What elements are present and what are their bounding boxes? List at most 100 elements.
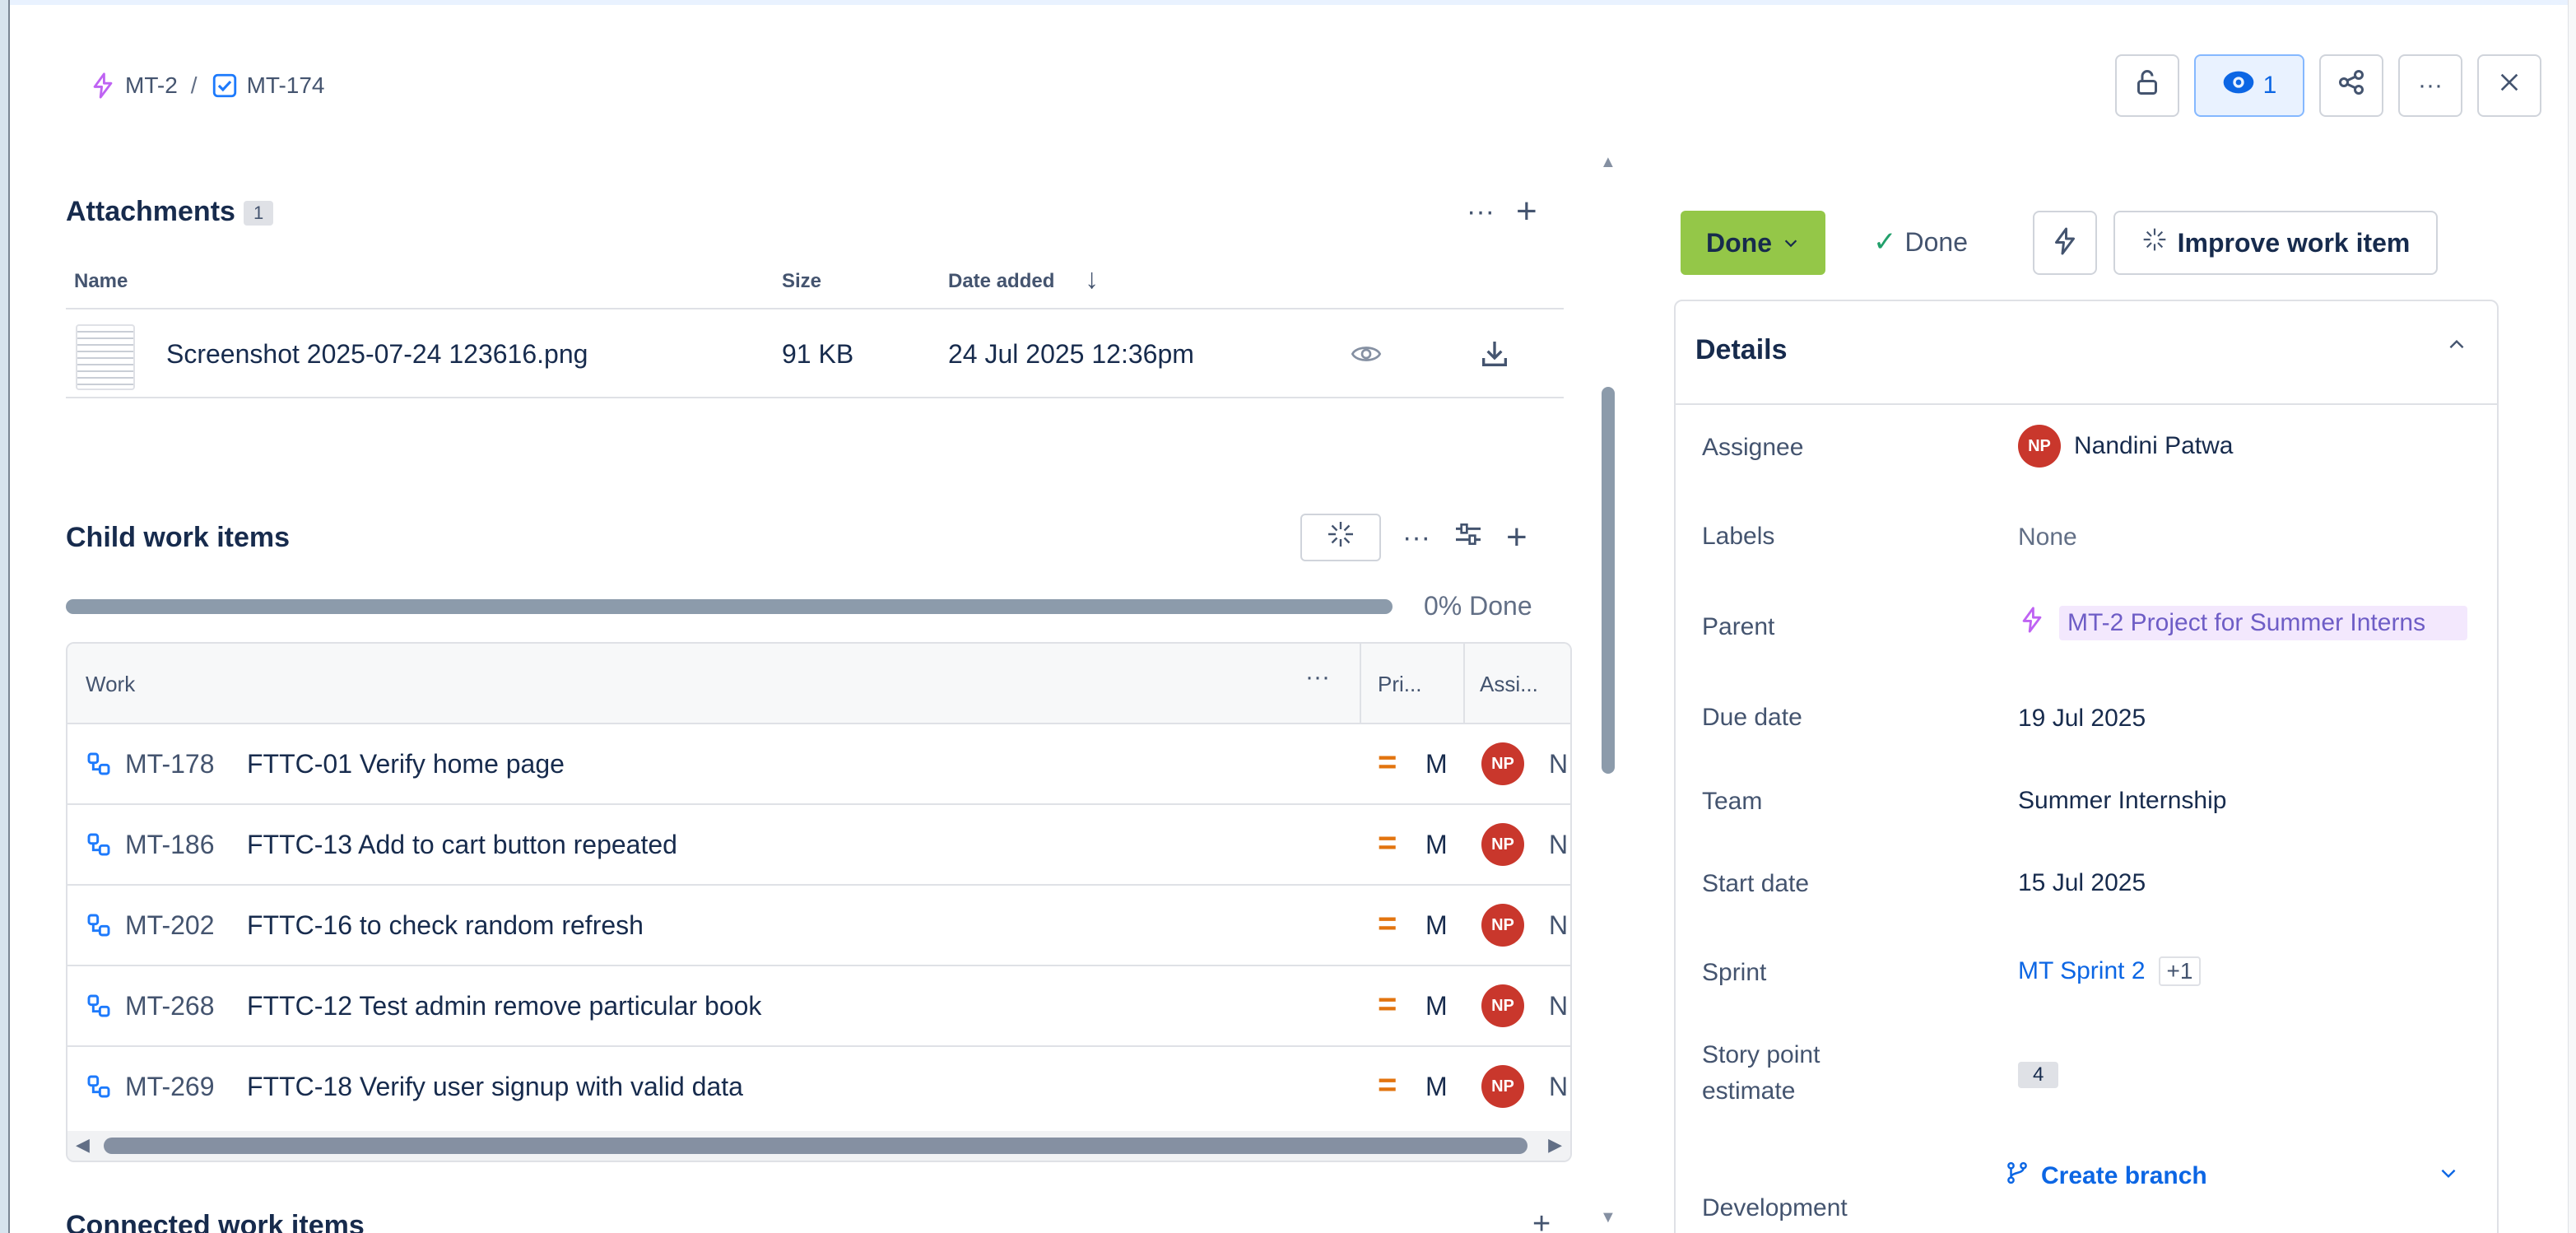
avatar[interactable]: NP xyxy=(1481,823,1524,866)
table-row[interactable]: MT-268 FTTC-12 Test admin remove particu… xyxy=(67,966,1570,1047)
sprint-field[interactable]: MT Sprint 2 +1 xyxy=(2018,956,2202,986)
scroll-right-icon[interactable]: ▶ xyxy=(1548,1134,1562,1156)
child-items-more-icon[interactable]: ··· xyxy=(1402,522,1430,554)
story-point-value: 4 xyxy=(2018,1062,2059,1088)
download-icon[interactable] xyxy=(1478,337,1511,377)
attachments-add-plus-icon[interactable]: + xyxy=(1516,191,1537,232)
status-dropdown-button[interactable]: Done xyxy=(1681,211,1825,275)
avatar[interactable]: NP xyxy=(1481,742,1524,785)
scroll-up-icon[interactable]: ▲ xyxy=(1600,153,1616,172)
improve-work-item-button[interactable]: Improve work item xyxy=(2113,211,2438,275)
avatar[interactable]: NP xyxy=(1481,984,1524,1027)
start-date-field[interactable]: 15 Jul 2025 xyxy=(2018,869,2146,897)
row-priority: M xyxy=(1425,1072,1448,1101)
column-separator xyxy=(1360,644,1361,724)
child-items-table: Work ··· Pri... Assi... MT-178 FTTC-01 V… xyxy=(66,642,1572,1162)
row-summary[interactable]: FTTC-16 to check random refresh xyxy=(247,910,644,941)
table-row[interactable]: MT-178 FTTC-01 Verify home page = M NP N xyxy=(67,724,1570,805)
more-actions-button[interactable]: ··· xyxy=(2398,54,2462,117)
attachments-more-icon[interactable]: ··· xyxy=(1467,196,1495,228)
attachment-file-name[interactable]: Screenshot 2025-07-24 123616.png xyxy=(166,339,588,370)
eye-icon xyxy=(2222,70,2255,101)
parent-field[interactable]: MT-2 Project for Summer Interns xyxy=(2018,606,2467,640)
row-key[interactable]: MT-202 xyxy=(125,910,214,941)
sprint-link[interactable]: MT Sprint 2 xyxy=(2018,957,2146,985)
assignee-name: Nandini Patwa xyxy=(2074,432,2234,459)
lock-icon xyxy=(2132,67,2162,104)
breadcrumb-parent-link[interactable]: MT-2 xyxy=(125,72,178,99)
child-items-actions: ··· + xyxy=(1300,514,1527,561)
column-name[interactable]: Name xyxy=(74,270,128,293)
subtask-icon xyxy=(86,993,112,1026)
row-summary[interactable]: FTTC-01 Verify home page xyxy=(247,749,565,779)
vertical-scrollbar[interactable]: ▲ ▼ xyxy=(1600,153,1618,1233)
table-row[interactable]: MT-202 FTTC-16 to check random refresh =… xyxy=(67,886,1570,966)
row-assignee-name: N xyxy=(1549,991,1569,1021)
filter-icon[interactable] xyxy=(1452,518,1485,558)
subtask-icon xyxy=(86,912,112,945)
chevron-down-icon[interactable] xyxy=(2438,1162,2459,1190)
sprint-label: Sprint xyxy=(1702,959,1767,986)
left-edge xyxy=(0,0,10,1233)
column-size[interactable]: Size xyxy=(782,270,821,293)
avatar[interactable]: NP xyxy=(1481,904,1524,947)
arrow-down-icon[interactable]: ↓ xyxy=(1085,263,1099,295)
column-date-added[interactable]: Date added xyxy=(948,270,1054,293)
row-key[interactable]: MT-268 xyxy=(125,991,214,1021)
row-key[interactable]: MT-269 xyxy=(125,1072,214,1102)
avatar[interactable]: NP xyxy=(1481,1065,1524,1108)
row-summary[interactable]: FTTC-18 Verify user signup with valid da… xyxy=(247,1072,743,1102)
lock-button[interactable] xyxy=(2115,54,2179,117)
row-summary[interactable]: FTTC-12 Test admin remove particular boo… xyxy=(247,991,761,1021)
row-assignee-name: N xyxy=(1549,830,1569,859)
avatar: NP xyxy=(2018,425,2061,468)
attachment-thumbnail[interactable] xyxy=(76,324,135,390)
close-button[interactable] xyxy=(2477,54,2541,117)
column-assignee[interactable]: Assi... xyxy=(1480,672,1538,697)
horizontal-scroll-thumb[interactable] xyxy=(104,1138,1527,1154)
share-icon xyxy=(2337,67,2366,104)
create-branch-link[interactable]: Create branch xyxy=(2005,1161,2207,1192)
connected-items-title: Connected work items xyxy=(66,1210,365,1233)
chevron-up-icon[interactable] xyxy=(2446,334,2467,362)
breadcrumb-current-link[interactable]: MT-174 xyxy=(247,72,325,99)
table-row[interactable]: MT-186 FTTC-13 Add to cart button repeat… xyxy=(67,805,1570,886)
labels-field[interactable]: None xyxy=(2018,523,2077,551)
column-work-more-icon[interactable]: ··· xyxy=(1305,663,1330,691)
child-items-table-header: Work ··· Pri... Assi... xyxy=(67,644,1570,724)
horizontal-scrollbar[interactable]: ◀ ▶ xyxy=(67,1131,1570,1161)
due-date-field[interactable]: 19 Jul 2025 xyxy=(2018,705,2146,733)
child-items-add-plus-icon[interactable]: + xyxy=(1506,517,1527,558)
development-label: Development xyxy=(1702,1194,1848,1221)
share-button[interactable] xyxy=(2319,54,2383,117)
attachments-table-header: Name Size Date added ↓ xyxy=(66,260,1564,309)
automation-button[interactable] xyxy=(2033,211,2097,275)
sprint-more-badge[interactable]: +1 xyxy=(2158,956,2202,986)
scroll-down-icon[interactable]: ▼ xyxy=(1600,1208,1616,1227)
attachment-row[interactable]: Screenshot 2025-07-24 123616.png 91 KB 2… xyxy=(66,313,1564,398)
story-point-field[interactable]: 4 xyxy=(2018,1062,2059,1088)
labels-label: Labels xyxy=(1702,523,1775,550)
ai-suggest-button[interactable] xyxy=(1300,514,1381,561)
preview-eye-icon[interactable] xyxy=(1350,337,1383,377)
row-key[interactable]: MT-178 xyxy=(125,749,214,779)
vertical-scroll-thumb[interactable] xyxy=(1602,387,1615,774)
start-date-label: Start date xyxy=(1702,870,1810,897)
row-summary[interactable]: FTTC-13 Add to cart button repeated xyxy=(247,830,677,860)
column-priority[interactable]: Pri... xyxy=(1378,672,1421,697)
child-items-progress-bar xyxy=(66,599,1393,614)
child-items-progress-label: 0% Done xyxy=(1424,591,1532,621)
row-priority: M xyxy=(1425,910,1448,940)
assignee-field[interactable]: NP Nandini Patwa xyxy=(2018,425,2233,468)
watch-button[interactable]: 1 xyxy=(2194,54,2304,117)
row-key[interactable]: MT-186 xyxy=(125,830,214,860)
subtask-icon xyxy=(86,831,112,864)
connected-add-plus-icon[interactable]: + xyxy=(1532,1207,1551,1233)
parent-link[interactable]: MT-2 Project for Summer Interns xyxy=(2059,606,2467,640)
row-assignee-name: N xyxy=(1549,910,1569,940)
team-field[interactable]: Summer Internship xyxy=(2018,787,2226,815)
details-title[interactable]: Details xyxy=(1695,334,1788,366)
table-row[interactable]: MT-269 FTTC-18 Verify user signup with v… xyxy=(67,1047,1570,1128)
scroll-left-icon[interactable]: ◀ xyxy=(76,1134,90,1156)
column-work[interactable]: Work xyxy=(86,672,135,697)
